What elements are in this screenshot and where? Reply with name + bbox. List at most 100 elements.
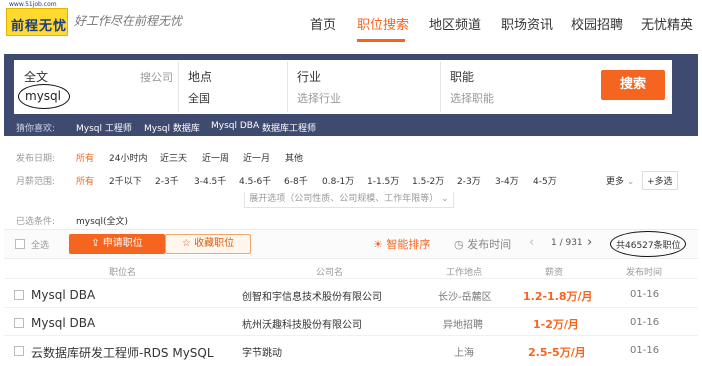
favorite-job-button[interactable]: ☆ 收藏职位	[165, 234, 251, 254]
job-location: 长沙-岳麓区	[438, 292, 492, 303]
col-header-title: 职位名	[109, 268, 137, 278]
salary-filter-item[interactable]: 1.5-2万	[412, 174, 444, 187]
smart-sort-label: 智能排序	[386, 238, 431, 251]
function-input[interactable]: 选择职能	[450, 90, 494, 106]
date-filter-item[interactable]: 近一月	[243, 151, 270, 164]
page-indicator: 1 / 931	[551, 238, 583, 248]
fulltext-label: 全文	[24, 70, 49, 84]
field-divider	[287, 62, 288, 112]
salary-filter-item[interactable]: 4.5-6千	[239, 174, 271, 187]
row-checkbox[interactable]	[14, 318, 24, 328]
highlight-oval	[610, 231, 686, 257]
field-divider	[440, 62, 441, 112]
salary-filter-item[interactable]: 2-3万	[457, 174, 481, 187]
salary-filter-item[interactable]: 2-3千	[155, 174, 179, 187]
more-label: 更多	[606, 177, 625, 187]
industry-input[interactable]: 选择行业	[297, 90, 341, 106]
guess-item[interactable]: Mysql 数据库	[144, 121, 200, 134]
nav-active-indicator	[357, 39, 405, 42]
favorite-label: 收藏职位	[194, 238, 235, 249]
prev-page-icon[interactable]: ‹	[529, 235, 534, 250]
date-filter-item[interactable]: 所有	[76, 151, 94, 164]
select-all-label: 全选	[31, 241, 50, 251]
location-label: 地点	[188, 70, 213, 84]
date-filter-item[interactable]: 其他	[285, 151, 303, 164]
nav-job-search[interactable]: 职位搜索	[357, 14, 409, 33]
row-divider	[4, 335, 698, 336]
job-title-link[interactable]: Mysql DBA	[31, 316, 95, 330]
company-link[interactable]: 字节跳动	[242, 344, 282, 359]
salary-filter-item[interactable]: 2千以下	[109, 174, 142, 187]
salary-filter-item[interactable]: 0.8-1万	[322, 174, 354, 187]
chevron-down-icon: ⌄	[624, 177, 635, 187]
site-header: www.51job.com 前程无忧 好工作尽在前程无忧 首页 职位搜索 地区频…	[0, 0, 702, 46]
job-location: 上海	[454, 348, 474, 359]
salary-filter-item[interactable]: 3-4万	[495, 174, 519, 187]
smart-sort[interactable]: ☀ 智能排序	[373, 236, 430, 252]
expand-label: 展开选项（公司性质、公司规模、工作年限等）	[249, 194, 439, 204]
col-header-company: 公司名	[316, 268, 344, 278]
multi-select-button[interactable]: +多选	[642, 171, 678, 190]
company-link[interactable]: 杭州沃趣科技股份有限公司	[242, 316, 362, 331]
selected-conditions-label: 已选条件:	[16, 217, 56, 227]
salary-filter-item[interactable]: 所有	[76, 174, 94, 187]
job-salary: 2.5-5万/月	[528, 346, 586, 359]
nav-home[interactable]: 首页	[310, 14, 336, 33]
salary-filter-item[interactable]: 4-5万	[533, 174, 557, 187]
date-filter-item[interactable]: 近三天	[160, 151, 187, 164]
publish-time-label: 发布时间	[467, 238, 512, 251]
slogan: 好工作尽在前程无忧	[74, 14, 183, 28]
highlight-oval	[18, 84, 70, 109]
salary-filter-item[interactable]: 3-4.5千	[194, 174, 226, 187]
col-header-location: 工作地点	[446, 268, 483, 278]
chevron-down-icon: ⌄	[438, 194, 449, 204]
company-link[interactable]: 创智和宇信息技术股份有限公司	[242, 288, 382, 303]
function-label: 职能	[450, 70, 475, 84]
date-filter-item[interactable]: 24小时内	[109, 151, 147, 164]
next-page-icon[interactable]: ›	[587, 235, 592, 250]
job-title-link[interactable]: 云数据库研发工程师-RDS MySQL	[31, 344, 214, 361]
job-date: 01-16	[630, 317, 660, 328]
job-location: 异地招聘	[443, 320, 483, 331]
guess-label: 猜你喜欢:	[16, 124, 56, 134]
search-box	[14, 60, 672, 114]
location-input[interactable]: 全国	[188, 90, 210, 106]
row-divider	[4, 307, 698, 308]
row-divider	[4, 278, 698, 279]
logo-text: 前程无忧	[11, 19, 68, 34]
salary-filter-item[interactable]: 6-8千	[284, 174, 308, 187]
selected-condition: mysql(全文)	[76, 217, 129, 227]
nav-career-news[interactable]: 职场资讯	[501, 14, 553, 33]
guess-item[interactable]: Mysql 工程师	[76, 121, 132, 134]
field-divider	[178, 62, 179, 112]
guess-item[interactable]: 数据库工程师	[262, 121, 316, 134]
job-date: 01-16	[630, 345, 660, 356]
nav-region[interactable]: 地区频道	[429, 14, 481, 33]
job-title-link[interactable]: Mysql DBA	[31, 288, 95, 302]
date-filter-item[interactable]: 近一周	[202, 151, 229, 164]
row-checkbox[interactable]	[14, 290, 24, 300]
row-checkbox[interactable]	[14, 346, 24, 356]
col-header-salary: 薪资	[545, 268, 564, 278]
date-filter-label: 发布日期:	[16, 154, 56, 164]
job-salary: 1-2万/月	[533, 318, 579, 331]
nav-elite[interactable]: 无忧精英	[641, 14, 693, 33]
salary-filter-item[interactable]: 1-1.5万	[367, 174, 399, 187]
col-header-date: 发布时间	[626, 268, 663, 278]
nav-campus[interactable]: 校园招聘	[571, 14, 623, 33]
guess-item[interactable]: Mysql DBA	[211, 121, 259, 131]
logo-url: www.51job.com	[9, 1, 57, 8]
expand-options[interactable]: 展开选项（公司性质、公司规模、工作年限等） ⌄	[244, 192, 454, 208]
search-button[interactable]: 搜索	[601, 70, 665, 100]
apply-job-button[interactable]: ⇪ 申请职位	[69, 234, 165, 254]
star-icon: ☆	[181, 238, 195, 249]
logo[interactable]: www.51job.com 前程无忧	[6, 1, 68, 36]
salary-filter-label: 月薪范围:	[16, 177, 56, 187]
more-filters[interactable]: 更多 ⌄	[606, 174, 634, 187]
publish-time-sort[interactable]: ◷ 发布时间	[454, 236, 511, 252]
apply-label: 申请职位	[102, 238, 143, 249]
industry-label: 行业	[297, 70, 322, 84]
company-search-link[interactable]: 搜公司	[140, 69, 173, 85]
select-all-checkbox[interactable]	[15, 239, 25, 249]
apply-icon: ⇪	[91, 238, 103, 249]
